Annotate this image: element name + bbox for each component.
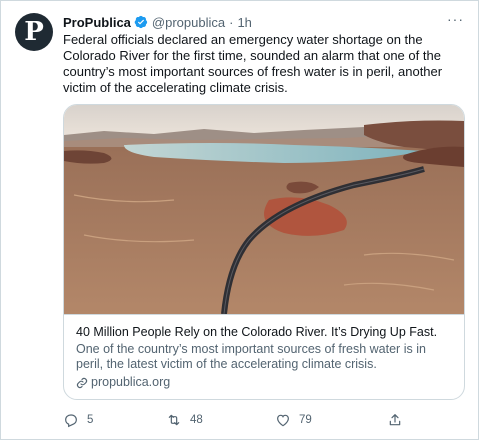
- author-name[interactable]: ProPublica: [63, 15, 131, 30]
- more-icon[interactable]: ···: [447, 11, 464, 27]
- reply-count: 5: [87, 414, 94, 426]
- author-handle[interactable]: @propublica: [152, 15, 225, 30]
- separator-dot: ·: [229, 14, 234, 30]
- tweet-container[interactable]: P ProPublica @propublica · 1h ··· Federa…: [0, 0, 479, 440]
- retweet-button[interactable]: 48: [166, 412, 203, 428]
- retweet-count: 48: [190, 414, 203, 426]
- card-domain: propublica.org: [76, 375, 452, 390]
- link-icon: [76, 377, 88, 388]
- retweet-icon: [168, 414, 180, 426]
- reply-icon: [65, 414, 77, 428]
- share-button[interactable]: [387, 412, 411, 428]
- tweet-time[interactable]: 1h: [237, 15, 251, 30]
- tweet-actions: 5 48 79: [63, 412, 463, 430]
- card-image: [64, 105, 464, 314]
- like-icon: [277, 414, 289, 427]
- like-button[interactable]: 79: [275, 412, 312, 428]
- reply-button[interactable]: 5: [63, 412, 93, 428]
- card-title: 40 Million People Rely on the Colorado R…: [76, 325, 438, 339]
- card-domain-text: propublica.org: [91, 375, 171, 389]
- tweet-header: ProPublica @propublica · 1h ···: [63, 11, 464, 31]
- card-info: 40 Million People Rely on the Colorado R…: [64, 314, 464, 399]
- verified-badge-icon: [134, 15, 148, 29]
- avatar-letter: P: [24, 17, 44, 47]
- share-icon: [389, 414, 401, 426]
- like-count: 79: [299, 414, 312, 426]
- tweet-text: Federal officials declared an emergency …: [63, 32, 443, 95]
- link-card[interactable]: 40 Million People Rely on the Colorado R…: [63, 104, 465, 400]
- avatar[interactable]: P: [15, 13, 53, 51]
- card-description: One of the country’s most important sour…: [76, 342, 426, 371]
